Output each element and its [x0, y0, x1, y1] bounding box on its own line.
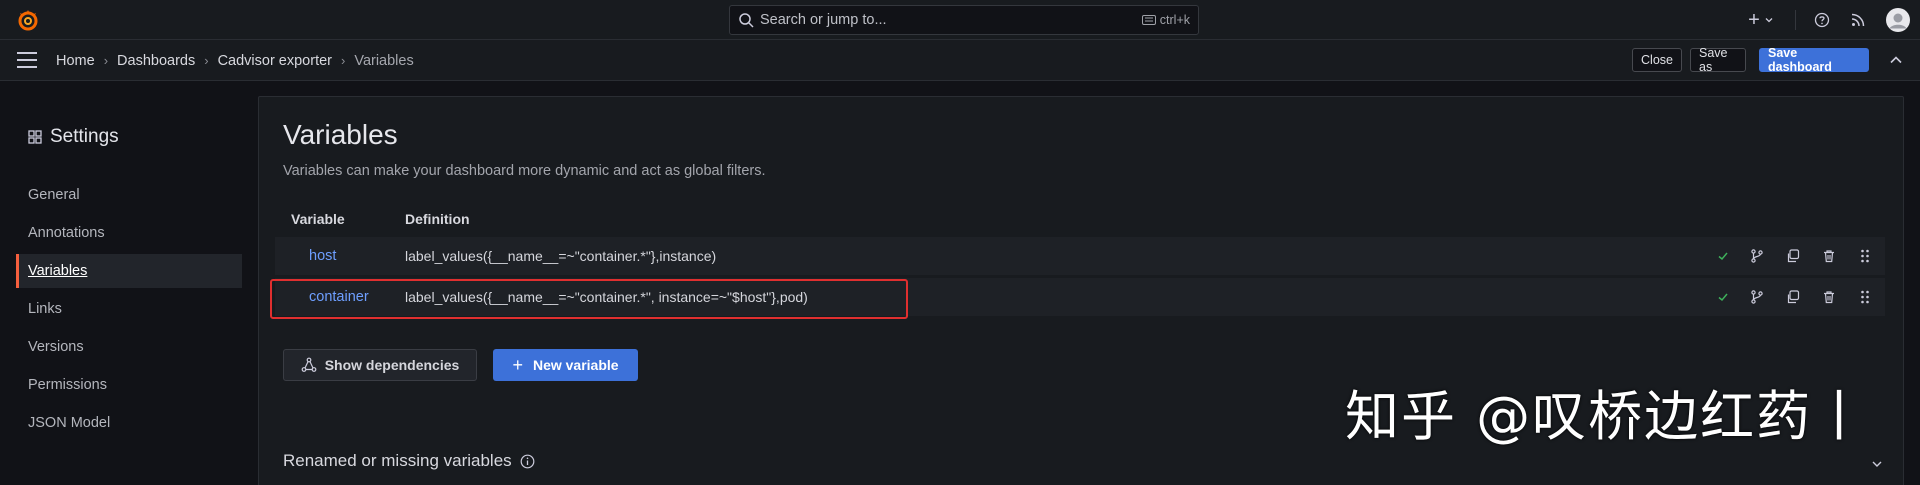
sidebar-item-variables[interactable]: Variables	[16, 254, 242, 288]
dependencies-icon	[301, 357, 317, 372]
row-actions	[1715, 278, 1873, 316]
save-dashboard-button[interactable]: Save dashboard	[1759, 46, 1869, 74]
info-icon	[520, 454, 535, 468]
drag-handle-icon[interactable]	[1857, 248, 1873, 264]
sidebar-item-links[interactable]: Links	[16, 292, 242, 326]
trash-icon[interactable]	[1821, 289, 1837, 305]
branch-icon[interactable]	[1749, 248, 1765, 264]
plus-icon: +	[1748, 8, 1760, 31]
settings-title-label: Settings	[50, 126, 119, 147]
grafana-logo-icon[interactable]	[16, 8, 40, 32]
trash-icon[interactable]	[1821, 248, 1837, 264]
branch-icon[interactable]	[1749, 289, 1765, 305]
divider	[1795, 10, 1796, 30]
menu-icon[interactable]	[16, 51, 38, 69]
chevron-right-icon: ›	[341, 53, 346, 68]
chevron-right-icon: ›	[103, 53, 109, 68]
chevron-up-icon[interactable]	[1888, 52, 1904, 68]
sidebar-item-general[interactable]: General	[16, 178, 242, 212]
avatar	[1886, 8, 1910, 32]
variable-name-link[interactable]: host	[309, 237, 336, 275]
new-variable-button[interactable]: + New variable	[493, 349, 638, 381]
save-as-button[interactable]: Save as	[1690, 46, 1746, 74]
show-dependencies-label: Show dependencies	[324, 357, 460, 373]
check-icon	[1715, 289, 1731, 305]
renamed-section-title: Renamed or missing variables	[283, 451, 512, 470]
breadcrumb: Home › Dashboards › Cadvisor exporter › …	[56, 40, 414, 81]
page-title: Variables	[283, 119, 398, 150]
breadcrumb-current: Variables	[354, 52, 414, 69]
watermark-text: 知乎 @叹桥边红药丨	[1345, 385, 1869, 448]
rss-icon	[1851, 13, 1865, 27]
check-icon	[1715, 248, 1731, 264]
sidebar-item-versions[interactable]: Versions	[16, 330, 242, 364]
breadcrumb-home[interactable]: Home	[56, 53, 95, 69]
highlight-box	[270, 279, 908, 319]
close-button[interactable]: Close	[1632, 48, 1682, 72]
chevron-right-icon: ›	[204, 53, 209, 68]
sidebar-item-json-model[interactable]: JSON Model	[16, 406, 242, 440]
shortcut-label: ctrl+k	[1159, 13, 1190, 27]
help-button[interactable]	[1804, 8, 1840, 32]
apps-icon	[28, 130, 42, 144]
new-variable-label: New variable	[532, 357, 619, 373]
search-input[interactable]: Search or jump to... ctrl+k	[729, 5, 1199, 35]
keyboard-icon	[1141, 15, 1156, 25]
help-icon	[1814, 12, 1830, 28]
settings-title: Settings	[28, 126, 119, 148]
search-placeholder: Search or jump to...	[760, 12, 887, 28]
sidebar-item-permissions[interactable]: Permissions	[16, 368, 242, 402]
top-bar: Search or jump to... ctrl+k +	[0, 0, 1920, 40]
chevron-down-icon	[1765, 18, 1773, 23]
table-row: host label_values({__name__=~"container.…	[275, 237, 1885, 275]
search-icon	[739, 13, 754, 28]
top-right-icons: +	[1741, 0, 1920, 40]
show-dependencies-button[interactable]: Show dependencies	[283, 349, 477, 381]
duplicate-icon[interactable]	[1785, 248, 1801, 264]
plus-icon: +	[512, 354, 523, 375]
page-description: Variables can make your dashboard more d…	[283, 163, 766, 179]
sidebar-item-annotations[interactable]: Annotations	[16, 216, 242, 250]
search-shortcut: ctrl+k	[1141, 13, 1190, 27]
duplicate-icon[interactable]	[1785, 289, 1801, 305]
breadcrumb-dashboard[interactable]: Cadvisor exporter	[218, 53, 332, 69]
column-header-variable: Variable	[291, 211, 345, 227]
profile-button[interactable]	[1876, 8, 1920, 32]
variable-definition: label_values({__name__=~"container.*"},i…	[405, 248, 717, 264]
drag-handle-icon[interactable]	[1857, 289, 1873, 305]
row-actions	[1715, 237, 1873, 275]
add-menu-button[interactable]: +	[1741, 8, 1781, 32]
renamed-variables-section[interactable]: Renamed or missing variables	[283, 451, 535, 471]
chevron-down-icon[interactable]	[1870, 457, 1884, 471]
news-button[interactable]	[1840, 8, 1876, 32]
column-header-definition: Definition	[405, 211, 470, 227]
breadcrumb-dashboards[interactable]: Dashboards	[117, 53, 195, 69]
